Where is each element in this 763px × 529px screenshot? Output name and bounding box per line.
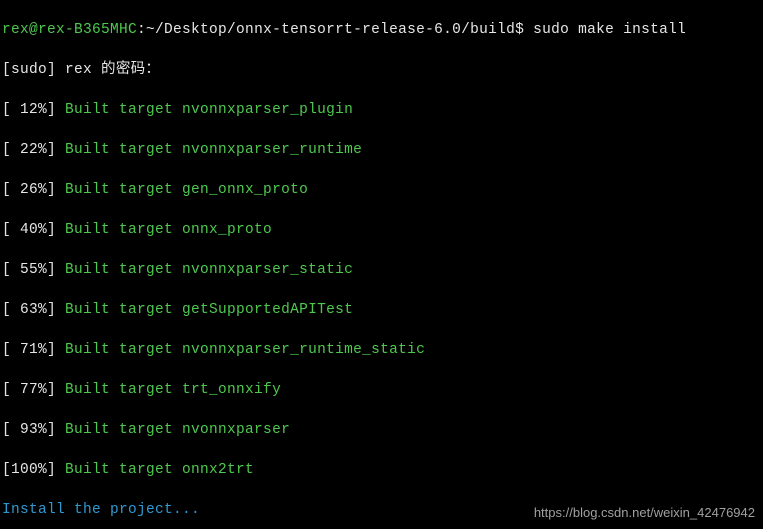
prompt-user-host: rex@rex-B365MHC (2, 22, 137, 38)
build-line: [ 93%] Built target nvonnxparser (2, 420, 761, 440)
prompt-cwd: ~/Desktop/onnx-tensorrt-release-6.0/buil… (146, 22, 515, 38)
build-line: [ 26%] Built target gen_onnx_proto (2, 180, 761, 200)
prompt-sep2: $ (515, 22, 524, 38)
build-pct: [ 71%] (2, 342, 56, 358)
build-line: [ 55%] Built target nvonnxparser_static (2, 260, 761, 280)
build-pct: [ 12%] (2, 102, 56, 118)
build-msg: Built target onnx2trt (65, 462, 254, 478)
build-line: [ 22%] Built target nvonnxparser_runtime (2, 140, 761, 160)
prompt-sep1: : (137, 22, 146, 38)
prompt-line: rex@rex-B365MHC:~/Desktop/onnx-tensorrt-… (2, 20, 761, 40)
build-pct: [ 26%] (2, 182, 56, 198)
build-pct: [ 93%] (2, 422, 56, 438)
build-pct: [ 55%] (2, 262, 56, 278)
build-msg: Built target nvonnxparser_runtime (65, 142, 362, 158)
build-msg: Built target trt_onnxify (65, 382, 281, 398)
build-pct: [ 77%] (2, 382, 56, 398)
build-line: [100%] Built target onnx2trt (2, 460, 761, 480)
watermark: https://blog.csdn.net/weixin_42476942 (534, 503, 755, 523)
build-msg: Built target nvonnxparser_plugin (65, 102, 353, 118)
build-line: [ 77%] Built target trt_onnxify (2, 380, 761, 400)
build-line: [ 40%] Built target onnx_proto (2, 220, 761, 240)
build-msg: Built target gen_onnx_proto (65, 182, 308, 198)
sudo-password-line: [sudo] rex 的密码： (2, 60, 761, 80)
build-msg: Built target getSupportedAPITest (65, 302, 353, 318)
build-line: [ 12%] Built target nvonnxparser_plugin (2, 100, 761, 120)
prompt-command: sudo make install (533, 22, 686, 38)
build-msg: Built target nvonnxparser_static (65, 262, 353, 278)
build-msg: Built target nvonnxparser (65, 422, 290, 438)
build-pct: [ 22%] (2, 142, 56, 158)
build-pct: [ 40%] (2, 222, 56, 238)
build-pct: [ 63%] (2, 302, 56, 318)
build-line: [ 63%] Built target getSupportedAPITest (2, 300, 761, 320)
build-pct: [100%] (2, 462, 56, 478)
build-msg: Built target nvonnxparser_runtime_static (65, 342, 425, 358)
build-line: [ 71%] Built target nvonnxparser_runtime… (2, 340, 761, 360)
terminal-output[interactable]: rex@rex-B365MHC:~/Desktop/onnx-tensorrt-… (0, 0, 763, 529)
build-msg: Built target onnx_proto (65, 222, 272, 238)
